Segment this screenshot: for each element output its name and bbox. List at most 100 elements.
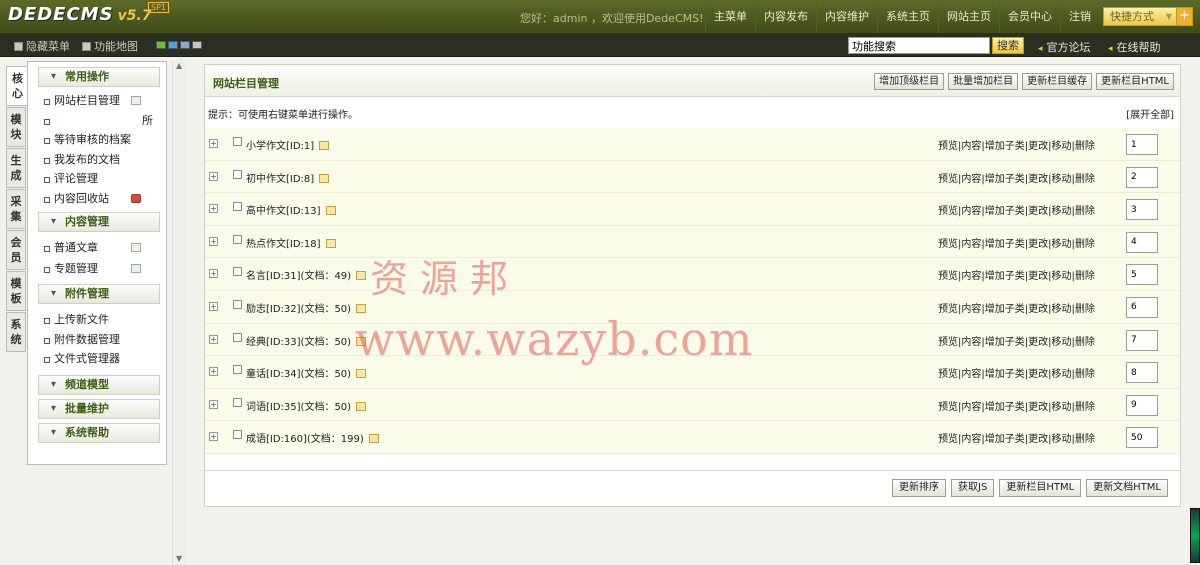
row-checkbox[interactable]	[233, 397, 242, 407]
menu-item-articles[interactable]: 普通文章	[28, 238, 166, 259]
category-name[interactable]: 热点作文[ID:18]	[246, 235, 336, 250]
row-actions[interactable]: 预览|内容|增加子类|更改|移动|删除	[938, 235, 1095, 250]
category-name[interactable]: 童话[ID:34](文档：50)	[246, 365, 367, 380]
row-actions[interactable]: 预览|内容|增加子类|更改|移动|删除	[938, 398, 1095, 413]
expand-plus-icon[interactable]: +	[209, 171, 218, 181]
sort-order-input[interactable]	[1126, 296, 1158, 318]
menu-item-pending-docs[interactable]: 等待审核的档案	[28, 130, 166, 150]
sort-order-input[interactable]	[1126, 329, 1158, 351]
category-name[interactable]: 高中作文[ID:13]	[246, 202, 336, 217]
row-actions[interactable]: 预览|内容|增加子类|更改|移动|删除	[938, 300, 1095, 315]
tab-modules[interactable]: 模块	[6, 107, 26, 147]
skin-swatch-blue[interactable]	[168, 41, 178, 49]
update-doc-html-button[interactable]: 更新文档HTML	[1086, 479, 1168, 497]
category-name[interactable]: 初中作文[ID:8]	[246, 170, 330, 185]
row-checkbox[interactable]	[233, 365, 242, 375]
update-sort-button[interactable]: 更新排序	[892, 479, 947, 497]
expand-plus-icon[interactable]: +	[209, 399, 218, 409]
group-content-manage[interactable]: 内容管理	[38, 212, 160, 232]
edit-icon[interactable]	[319, 173, 330, 183]
menu-item-my-docs[interactable]: 我发布的文档	[28, 150, 166, 170]
shield-icon[interactable]	[131, 193, 141, 203]
update-category-html-footer-button[interactable]: 更新栏目HTML	[999, 479, 1082, 497]
row-checkbox[interactable]	[233, 332, 242, 342]
menu-item-file-manager[interactable]: 文件式管理器	[28, 349, 166, 369]
arrow-down-icon[interactable]: ▼	[176, 554, 182, 563]
sort-order-input[interactable]	[1126, 166, 1158, 188]
expand-plus-icon[interactable]: +	[209, 334, 218, 344]
tab-core[interactable]: 核心	[6, 66, 28, 106]
plus-icon[interactable]: +	[1176, 8, 1192, 25]
row-checkbox[interactable]	[233, 267, 242, 277]
category-name[interactable]: 小学作文[ID:1]	[246, 137, 330, 152]
expand-plus-icon[interactable]: +	[209, 301, 218, 311]
add-icon[interactable]	[131, 264, 141, 273]
sort-order-input[interactable]	[1126, 264, 1158, 286]
expand-plus-icon[interactable]: +	[209, 269, 218, 279]
tab-collect[interactable]: 采集	[6, 189, 26, 229]
tab-templates[interactable]: 模板	[6, 271, 26, 311]
expand-plus-icon[interactable]: +	[209, 204, 218, 214]
search-button[interactable]: 搜索	[992, 37, 1024, 54]
row-checkbox[interactable]	[233, 137, 242, 146]
row-checkbox[interactable]	[233, 234, 242, 244]
tab-members[interactable]: 会员	[6, 230, 26, 270]
row-actions[interactable]: 预览|内容|增加子类|更改|移动|删除	[938, 365, 1095, 380]
category-name[interactable]: 经典[ID:33](文档：50)	[246, 333, 367, 348]
category-name[interactable]: 名言[ID:31](文档：49)	[246, 267, 367, 282]
batch-add-category-button[interactable]: 批量增加栏目	[948, 73, 1019, 90]
row-actions[interactable]: 预览|内容|增加子类|更改|移动|删除	[938, 170, 1095, 185]
function-map-button[interactable]: 功能地图	[82, 38, 138, 54]
expand-all-link[interactable]: [展开全部]	[1126, 106, 1174, 121]
sort-order-input[interactable]	[1126, 231, 1158, 253]
edit-icon[interactable]	[368, 434, 379, 444]
nav-system-home[interactable]: 系统主页	[877, 0, 938, 33]
skin-swatch-green[interactable]	[156, 41, 166, 49]
menu-item-recycle-bin[interactable]: 内容回收站	[28, 189, 166, 209]
row-actions[interactable]: 预览|内容|增加子类|更改|移动|删除	[938, 333, 1095, 348]
group-system-help[interactable]: 系统帮助	[38, 422, 160, 443]
nav-content-publish[interactable]: 内容发布	[755, 0, 816, 33]
menu-item-blank[interactable]: 所	[28, 111, 166, 131]
skin-swatch-lightblue[interactable]	[180, 41, 190, 49]
menu-item-comments[interactable]: 评论管理	[28, 169, 166, 189]
official-forum-link[interactable]: ◂ 官方论坛	[1038, 39, 1091, 55]
add-icon[interactable]	[131, 96, 141, 105]
edit-icon[interactable]	[319, 141, 330, 150]
nav-site-home[interactable]: 网站主页	[938, 0, 999, 33]
update-category-cache-button[interactable]: 更新栏目缓存	[1022, 73, 1093, 90]
row-checkbox[interactable]	[233, 299, 242, 309]
get-js-button[interactable]: 获取JS	[951, 479, 995, 497]
add-top-category-button[interactable]: 增加顶级栏目	[874, 73, 945, 90]
expand-plus-icon[interactable]: +	[209, 236, 218, 246]
sort-order-input[interactable]	[1126, 134, 1158, 155]
sort-order-input[interactable]	[1126, 427, 1158, 449]
scrollbar[interactable]: ▲ ▼	[172, 61, 186, 565]
row-actions[interactable]: 预览|内容|增加子类|更改|移动|删除	[938, 430, 1095, 445]
menu-item-topics[interactable]: 专题管理	[28, 259, 166, 280]
edit-icon[interactable]	[356, 369, 367, 379]
tab-system[interactable]: 系统	[6, 312, 26, 352]
row-checkbox[interactable]	[233, 430, 242, 440]
quick-access-dropdown[interactable]: 快捷方式 ▼ +	[1103, 7, 1193, 26]
category-name[interactable]: 词语[ID:35](文档：50)	[246, 398, 367, 413]
online-help-link[interactable]: ◂ 在线帮助	[1108, 39, 1161, 55]
menu-item-attachment-data[interactable]: 附件数据管理	[28, 330, 166, 350]
group-attachments[interactable]: 附件管理	[38, 284, 160, 304]
nav-logout[interactable]: 注销	[1060, 0, 1099, 33]
function-search-input[interactable]	[848, 37, 990, 54]
edit-icon[interactable]	[325, 206, 336, 216]
row-checkbox[interactable]	[233, 202, 242, 212]
menu-item-category-manage[interactable]: 网站栏目管理	[28, 91, 166, 111]
nav-member-center[interactable]: 会员中心	[999, 0, 1060, 33]
sort-order-input[interactable]	[1126, 199, 1158, 221]
update-category-html-button[interactable]: 更新栏目HTML	[1096, 73, 1174, 90]
edit-icon[interactable]	[356, 401, 367, 411]
menu-item-upload-file[interactable]: 上传新文件	[28, 310, 166, 330]
category-name[interactable]: 励志[ID:32](文档：50)	[246, 300, 367, 315]
row-actions[interactable]: 预览|内容|增加子类|更改|移动|删除	[938, 137, 1095, 152]
group-batch-maintain[interactable]: 批量维护	[38, 398, 160, 419]
expand-plus-icon[interactable]: +	[209, 432, 218, 442]
nav-content-maintain[interactable]: 内容维护	[816, 0, 877, 33]
arrow-up-icon[interactable]: ▲	[176, 61, 182, 70]
